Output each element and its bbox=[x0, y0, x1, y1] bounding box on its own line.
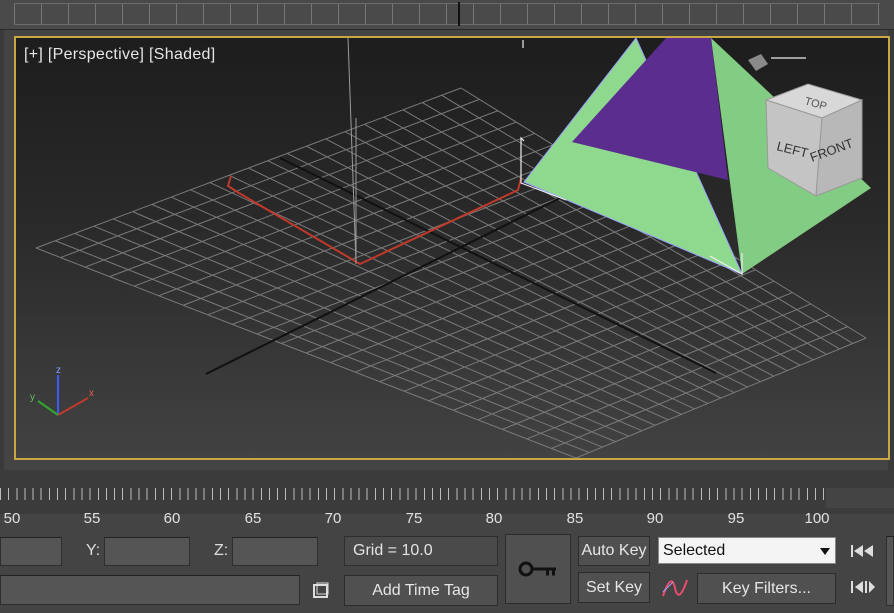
key-filters-button[interactable]: Key Filters... bbox=[697, 573, 836, 604]
frame-label-95: 95 bbox=[727, 510, 745, 527]
prompt-line[interactable] bbox=[0, 575, 300, 605]
auto-key-button[interactable]: Auto Key bbox=[578, 536, 650, 566]
timeline-end bbox=[826, 488, 894, 508]
timeline-ticks bbox=[0, 488, 826, 500]
add-time-tag-button[interactable]: Add Time Tag bbox=[344, 575, 498, 606]
axis-tripod: z x y bbox=[30, 365, 94, 416]
frame-label-75: 75 bbox=[405, 510, 423, 527]
isolate-icon[interactable] bbox=[310, 580, 332, 602]
curve-icon[interactable] bbox=[660, 574, 690, 602]
set-key-button[interactable]: Set Key bbox=[578, 572, 650, 603]
left-edge bbox=[0, 30, 4, 470]
tripod-z: z bbox=[56, 365, 61, 376]
z-coordinate-field[interactable] bbox=[232, 537, 318, 566]
right-edge-field bbox=[886, 536, 894, 606]
frame-label-50: 50 bbox=[3, 510, 21, 527]
x-coordinate-field[interactable] bbox=[0, 537, 62, 566]
grid-size-readout: Grid = 10.0 bbox=[344, 536, 498, 566]
frame-label-70: 70 bbox=[324, 510, 342, 527]
top-track-bar bbox=[0, 0, 894, 30]
perspective-viewport[interactable]: TOP LEFT FRONT z x y [+] [Perspective] [… bbox=[14, 36, 890, 460]
grid-line bbox=[477, 292, 793, 421]
viewcube-home-icon bbox=[748, 54, 768, 71]
frame-label-90: 90 bbox=[646, 510, 664, 527]
chevron-down-icon bbox=[820, 548, 830, 555]
key-icon bbox=[518, 561, 556, 577]
frame-label-60: 60 bbox=[163, 510, 181, 527]
set-key-mode-button[interactable] bbox=[505, 534, 571, 604]
grid-y-axis bbox=[205, 195, 565, 375]
go-to-start-icon[interactable] bbox=[846, 538, 880, 564]
viewport-menu-plus[interactable]: [+] bbox=[24, 46, 43, 63]
track-divider bbox=[458, 2, 460, 26]
y-coordinate-field[interactable] bbox=[104, 537, 190, 566]
status-bar: Y: Z: Grid = 10.0 Add Time Tag Auto Key … bbox=[0, 530, 894, 613]
time-slider-track[interactable]: 50 55 60 65 70 75 80 85 90 95 100 bbox=[0, 470, 894, 527]
viewport-view-menu[interactable]: [Perspective] bbox=[48, 46, 144, 63]
grid-line bbox=[330, 223, 683, 364]
y-label: Y: bbox=[86, 542, 101, 559]
frame-label-85: 85 bbox=[566, 510, 584, 527]
tripod-x: x bbox=[89, 388, 94, 399]
frame-label-100: 100 bbox=[804, 510, 830, 527]
grid-line bbox=[453, 280, 775, 411]
track-cells bbox=[14, 3, 880, 25]
z-label: Z: bbox=[214, 542, 229, 559]
tripod-y: y bbox=[30, 392, 35, 403]
viewport-label: [+] [Perspective] [Shaded] bbox=[24, 46, 216, 64]
grid-line bbox=[305, 212, 664, 354]
prev-frame-icon[interactable] bbox=[846, 574, 880, 600]
grid-line bbox=[379, 246, 719, 383]
grid-line bbox=[428, 269, 756, 402]
frame-label-65: 65 bbox=[244, 510, 262, 527]
viewport-shading-menu[interactable]: [Shaded] bbox=[149, 46, 215, 63]
key-selection-dropdown[interactable]: Selected bbox=[658, 537, 836, 564]
frame-label-80: 80 bbox=[485, 510, 503, 527]
grid-line bbox=[354, 235, 701, 373]
grid-line bbox=[403, 257, 738, 392]
scene-canvas[interactable]: TOP LEFT FRONT z x y bbox=[16, 38, 888, 458]
frame-label-55: 55 bbox=[83, 510, 101, 527]
key-selection-value: Selected bbox=[663, 541, 726, 559]
